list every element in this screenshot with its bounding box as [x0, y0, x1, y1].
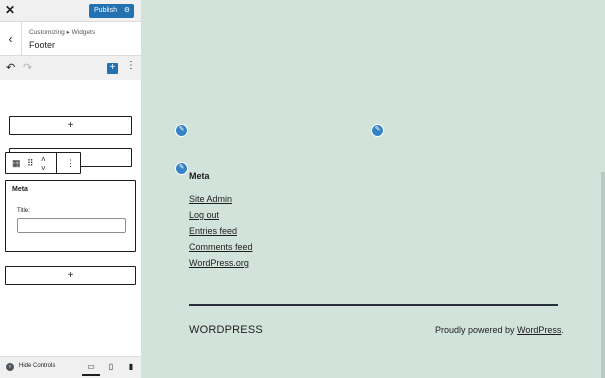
powered-suffix: . [561, 325, 564, 335]
powered-prefix: Proudly powered by [435, 325, 518, 335]
meta-link-log-out[interactable]: Log out [189, 210, 219, 220]
tablet-icon[interactable]: ▯ [102, 360, 120, 376]
gear-icon[interactable]: ⚙ [124, 4, 130, 18]
desktop-icon[interactable]: ▭ [82, 360, 100, 376]
publish-label: Publish [94, 7, 117, 14]
block-toolbar: ▦ ⠿ ˄ ˅ ⋮ [5, 152, 81, 174]
block-inserter-button[interactable]: + [9, 116, 132, 135]
customizer-header: ✕ Publish ⚙ [0, 0, 141, 22]
plus-icon[interactable]: + [107, 63, 118, 74]
block-inserter-button[interactable]: + [5, 266, 136, 285]
title-field[interactable] [17, 218, 126, 233]
hide-controls-icon[interactable]: ‹ [6, 363, 14, 371]
meta-link-comments-feed[interactable]: Comments feed [189, 242, 253, 252]
chevron-up-icon[interactable]: ˄ [41, 155, 46, 164]
undo-icon[interactable]: ↶ [6, 61, 15, 74]
customizer-sidebar: ✕ Publish ⚙ ‹ Customizing ▸ Widgets Foot… [0, 0, 142, 378]
vertical-ellipsis-icon[interactable]: ⋮ [126, 61, 136, 71]
publish-button[interactable]: Publish ⚙ [89, 4, 134, 18]
breadcrumb: ‹ Customizing ▸ Widgets Footer [0, 22, 141, 56]
wordpress-link[interactable]: WordPress [517, 325, 561, 335]
meta-heading: Meta [189, 171, 210, 181]
meta-link-site-admin[interactable]: Site Admin [189, 194, 232, 204]
close-icon[interactable]: ✕ [5, 3, 15, 17]
meta-link-entries-feed[interactable]: Entries feed [189, 226, 237, 236]
breadcrumb-path: Customizing ▸ Widgets [29, 29, 96, 36]
customizer-footer: ‹ Hide Controls ▭ ▯ ▮ [0, 356, 141, 378]
widget-title: Meta [12, 186, 28, 193]
move-buttons[interactable]: ˄ ˅ [41, 155, 46, 175]
editor-toolbar: ↶ ↷ + ⋮ [0, 57, 141, 79]
powered-by: Proudly powered by WordPress. [435, 325, 564, 335]
section-title: Footer [29, 40, 56, 50]
redo-icon[interactable]: ↷ [23, 61, 32, 74]
drag-handle-icon[interactable]: ⠿ [27, 153, 34, 173]
scrollbar[interactable] [601, 172, 605, 378]
vertical-ellipsis-icon[interactable]: ⋮ [66, 153, 75, 173]
site-title[interactable]: WORDPRESS [189, 324, 263, 336]
toolbar-divider [56, 153, 57, 173]
chevron-down-icon[interactable]: ˅ [41, 164, 46, 173]
pencil-icon[interactable]: ✎ [371, 124, 384, 137]
mobile-icon[interactable]: ▮ [122, 360, 140, 376]
calendar-icon[interactable]: ▦ [12, 153, 21, 173]
chevron-left-icon[interactable]: ‹ [0, 22, 22, 56]
pencil-icon[interactable]: ✎ [175, 162, 188, 175]
pencil-icon[interactable]: ✎ [175, 124, 188, 137]
meta-link-wordpress-org[interactable]: WordPress.org [189, 258, 249, 268]
title-field-label: Title: [17, 208, 30, 214]
widget-editor: + ▦ ⠿ ˄ ˅ ⋮ Meta Title: + [0, 80, 141, 356]
meta-widget-block[interactable]: Meta Title: [5, 180, 136, 252]
footer-divider [189, 304, 558, 306]
hide-controls-button[interactable]: Hide Controls [19, 363, 55, 369]
site-preview: ✎ ✎ ✎ Meta Site Admin Log out Entries fe… [142, 0, 605, 378]
